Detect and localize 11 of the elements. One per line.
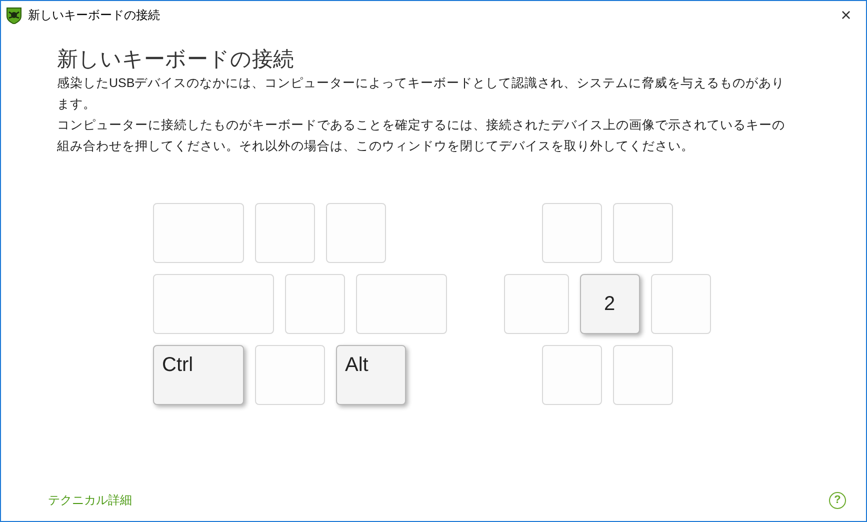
window-title: 新しいキーボードの接続 bbox=[28, 7, 160, 24]
help-button[interactable]: ? bbox=[829, 492, 846, 508]
shield-logo-icon bbox=[6, 6, 22, 24]
description-text: 感染したUSBデバイスのなかには、コンピューターによってキーボードとして認識され、システムに脅威を与えるものがあります。 bbox=[57, 75, 786, 113]
description-text: コンピューターに接続したものがキーボードであることを確定するには、接続されたデバイス上の画像で示されているキーの組み合わせを押してください。それ以外の場合は、このウィンドウを閉じてデバイスを取り外してください。 bbox=[57, 117, 786, 155]
keyboard-key: 2 bbox=[580, 274, 640, 334]
close-button[interactable]: × bbox=[826, 1, 866, 29]
dialog-heading: 新しいキーボードの接続 bbox=[57, 47, 295, 73]
technical-details-link[interactable]: テクニカル詳細 bbox=[48, 491, 132, 509]
keyboard-key: Ctrl bbox=[153, 345, 244, 405]
keyboard-key: Alt bbox=[336, 345, 406, 405]
